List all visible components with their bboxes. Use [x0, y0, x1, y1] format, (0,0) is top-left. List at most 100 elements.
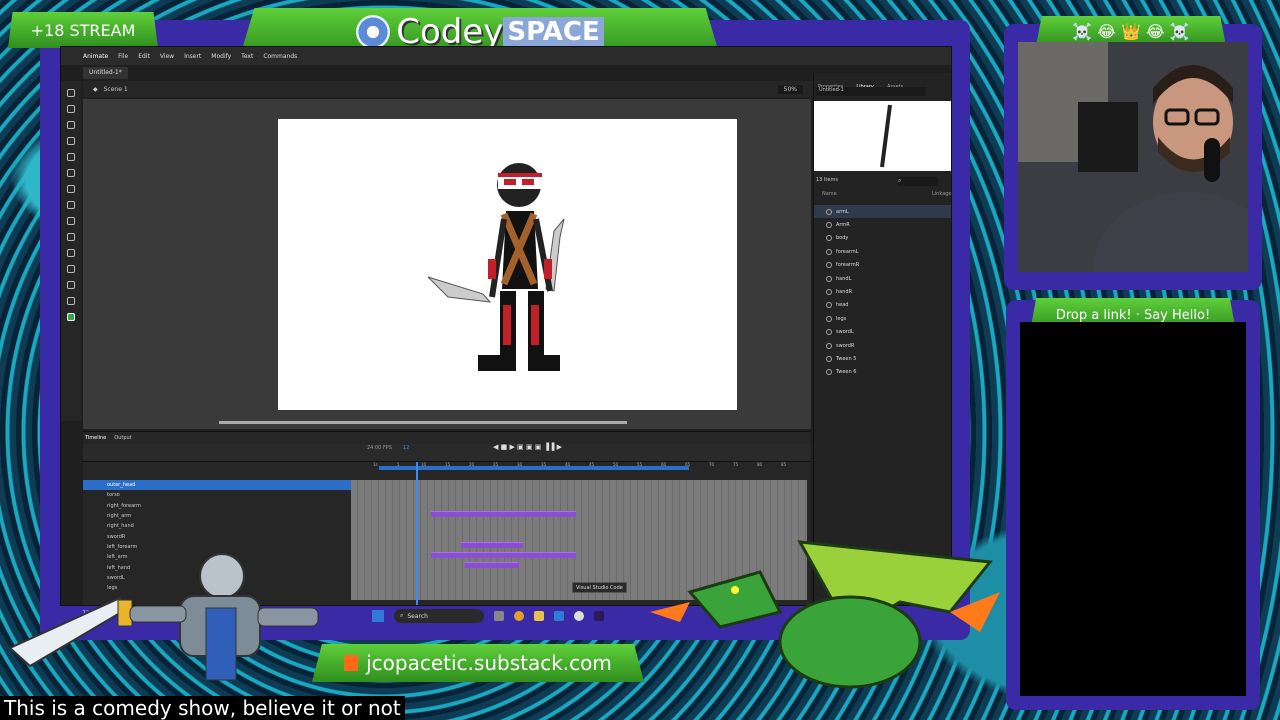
- play-controls[interactable]: ◀ ■ ▶ ▣ ▣ ▣ ▐▐ ▶: [493, 443, 562, 451]
- lasso-tool-icon[interactable]: [67, 121, 75, 129]
- symbol-icon: [826, 222, 832, 229]
- library-item-label: head: [836, 302, 849, 309]
- library-doc-select[interactable]: Untitled-1: [816, 87, 926, 96]
- layer-row[interactable]: right_hand: [83, 521, 351, 531]
- zoom-tool-icon[interactable]: [67, 297, 75, 305]
- stream-overlay: +18 STREAM Codey SPACE ☠️ 😂 👑 😂 ☠️ Anima…: [0, 0, 1280, 720]
- text-tool-icon[interactable]: [67, 233, 75, 241]
- tween-span[interactable]: [461, 542, 523, 548]
- library-item[interactable]: forearmL: [814, 245, 951, 258]
- animate-window: Animate File Edit View Insert Modify Tex…: [60, 46, 952, 606]
- layer-row[interactable]: torso: [83, 490, 351, 500]
- frame-readout[interactable]: 12: [403, 445, 409, 451]
- eraser-tool-icon[interactable]: [67, 169, 75, 177]
- col-linkage[interactable]: Linkage: [932, 191, 951, 197]
- menu-bar: Animate File Edit View Insert Modify Tex…: [61, 47, 951, 65]
- pen-tool-icon[interactable]: [67, 137, 75, 145]
- playhead[interactable]: [416, 462, 418, 605]
- tween-span[interactable]: [431, 552, 576, 558]
- library-item[interactable]: handR: [814, 285, 951, 298]
- tween-span[interactable]: [465, 562, 519, 568]
- library-item[interactable]: ArmR: [814, 218, 951, 231]
- scene-label[interactable]: Scene 1: [104, 86, 128, 93]
- link-banner: jcopacetic.substack.com: [312, 644, 644, 682]
- subselect-tool-icon[interactable]: [67, 105, 75, 113]
- layer-row[interactable]: outer_head: [83, 480, 351, 491]
- library-search-icon[interactable]: ⌕: [898, 177, 938, 186]
- taskbar-tooltip: Visual Studio Code: [572, 582, 627, 593]
- stage-h-scrollbar[interactable]: [219, 421, 627, 424]
- library-item[interactable]: head: [814, 299, 951, 312]
- chrome-icon[interactable]: [514, 611, 524, 621]
- tween-span[interactable]: [431, 511, 576, 517]
- paint-bucket-tool-icon[interactable]: [67, 249, 75, 257]
- symbol-icon: [826, 315, 832, 322]
- library-item-label: handL: [836, 275, 852, 282]
- menu-text[interactable]: Text: [241, 53, 253, 60]
- layer-row[interactable]: right_forearm: [83, 501, 351, 511]
- fill-color-swatch[interactable]: [67, 313, 75, 321]
- line-tool-icon[interactable]: [67, 201, 75, 209]
- library-item[interactable]: swordR: [814, 339, 951, 352]
- symbol-icon: [826, 302, 832, 309]
- library-item[interactable]: body: [814, 232, 951, 245]
- taskbar-search[interactable]: ⌕ Search: [394, 609, 484, 623]
- dragon-mascot-icon: [650, 540, 1000, 689]
- library-item[interactable]: Tween 5: [814, 352, 951, 365]
- search-placeholder: Search: [407, 612, 428, 620]
- ruler-label: 1s: [373, 462, 378, 467]
- menu-insert[interactable]: Insert: [184, 53, 201, 60]
- eyedropper-tool-icon[interactable]: [67, 265, 75, 273]
- symbol-icon: [826, 248, 832, 255]
- symbol-icon: [826, 208, 832, 215]
- library-item[interactable]: forearmR: [814, 259, 951, 272]
- library-item-label: ArmR: [836, 222, 850, 229]
- brand-text-space: SPACE: [503, 17, 604, 47]
- tab-output[interactable]: Output: [114, 435, 131, 441]
- selection-tool-icon[interactable]: [67, 89, 75, 97]
- menu-file[interactable]: File: [118, 53, 128, 60]
- tab-timeline[interactable]: Timeline: [85, 435, 106, 441]
- library-item[interactable]: legs: [814, 312, 951, 325]
- chat-banner-text: Drop a link! · Say Hello!: [1055, 307, 1211, 323]
- windows-start-icon[interactable]: [372, 610, 384, 622]
- symbol-icon: [826, 262, 832, 269]
- library-item[interactable]: handL: [814, 272, 951, 285]
- layer-row[interactable]: swordR: [83, 531, 351, 541]
- substack-icon: [344, 655, 359, 671]
- rectangle-tool-icon[interactable]: [67, 185, 75, 193]
- library-item-label: swordR: [836, 342, 855, 349]
- animate-icon[interactable]: [594, 611, 604, 621]
- knight-mascot-icon: [10, 553, 319, 681]
- document-tab[interactable]: Untitled-1*: [83, 67, 128, 79]
- obs-icon[interactable]: [574, 611, 584, 621]
- fps-readout[interactable]: 24.00 FPS: [367, 445, 392, 451]
- library-item[interactable]: armL: [814, 205, 951, 219]
- ninja-character[interactable]: [278, 119, 737, 410]
- brush-tool-icon[interactable]: [67, 153, 75, 161]
- frame-range-bar[interactable]: [379, 466, 689, 470]
- library-item[interactable]: swordL: [814, 326, 951, 339]
- stage-area[interactable]: [83, 99, 811, 429]
- library-item[interactable]: Tween 6: [814, 366, 951, 379]
- library-item-label: handR: [836, 289, 853, 296]
- stage-canvas[interactable]: [278, 119, 737, 410]
- menu-commands[interactable]: Commands: [263, 53, 297, 60]
- streamer-webcam-image: [1018, 42, 1248, 272]
- menu-view[interactable]: View: [160, 53, 174, 60]
- layer-row[interactable]: right_arm: [83, 511, 351, 521]
- menu-modify[interactable]: Modify: [211, 53, 231, 60]
- file-explorer-icon[interactable]: [534, 611, 544, 621]
- library-item-label: swordL: [836, 329, 854, 336]
- col-name[interactable]: Name: [822, 191, 837, 197]
- substack-link[interactable]: jcopacetic.substack.com: [366, 651, 612, 675]
- library-list: armL ArmR body forearmL forearmR handL handR he…: [814, 205, 951, 379]
- zoom-level[interactable]: 50%: [777, 84, 803, 94]
- library-item-label: body: [836, 235, 849, 242]
- pencil-tool-icon[interactable]: [67, 217, 75, 225]
- menu-edit[interactable]: Edit: [138, 53, 150, 60]
- hand-tool-icon[interactable]: [67, 281, 75, 289]
- ruler-label: 85: [781, 462, 787, 467]
- task-view-icon[interactable]: [494, 611, 504, 621]
- vscode-icon[interactable]: [554, 611, 564, 621]
